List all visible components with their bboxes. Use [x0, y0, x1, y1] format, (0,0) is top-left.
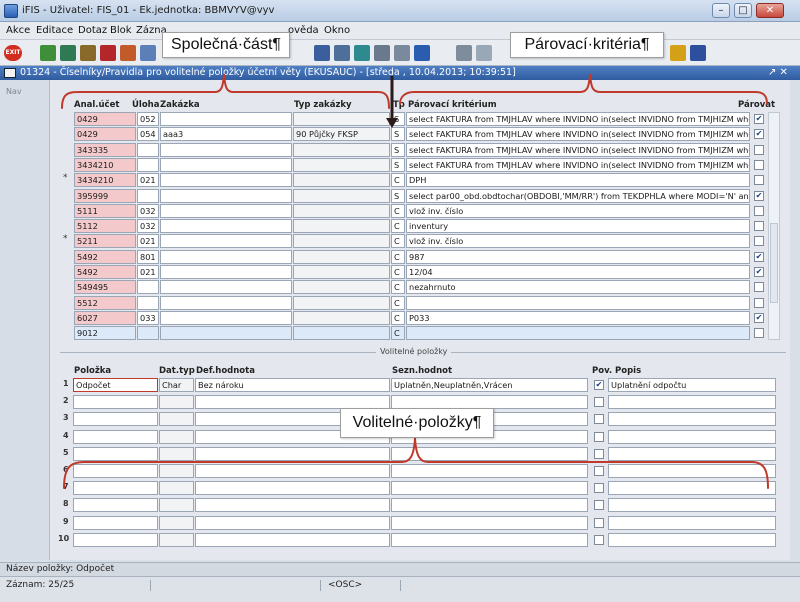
- callout-common-part: Společná·část¶: [162, 32, 290, 58]
- bracket-matching-criteria: [399, 73, 768, 105]
- bracket-common-part: [61, 73, 390, 109]
- callout-optional-items: Volitelné·položky¶: [340, 408, 494, 438]
- pointer-arrowhead: [386, 118, 398, 128]
- bracket-optional-items: [63, 437, 769, 489]
- annotation-brackets: [61, 73, 769, 489]
- callout-matching-criteria: Párovací·kritéria¶: [510, 32, 664, 58]
